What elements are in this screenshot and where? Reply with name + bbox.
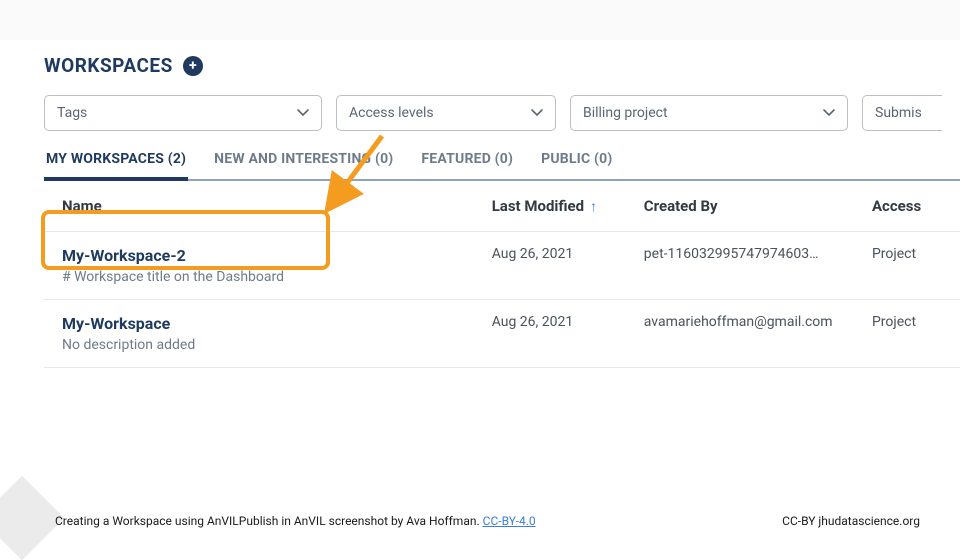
main-content: WORKSPACES + Tags Access levels Billing … [0, 40, 960, 368]
cell-created: avamariehoffman@gmail.com [644, 314, 872, 330]
tab-my-workspaces[interactable]: MY WORKSPACES (2) [44, 151, 188, 181]
filter-submission-label: Submis [875, 105, 922, 121]
cell-access: Project [872, 246, 948, 262]
filter-billing-project[interactable]: Billing project [570, 95, 848, 131]
header-row: WORKSPACES + [44, 40, 960, 95]
plus-icon: + [189, 58, 197, 74]
cell-created: pet-116032995747974603… [644, 246, 872, 262]
workspace-desc: No description added [62, 337, 195, 353]
workspace-desc: # Workspace title on the Dashboard [62, 269, 284, 285]
workspace-link[interactable]: My-Workspace [62, 314, 492, 333]
cell-access: Project [872, 314, 948, 330]
chevron-down-icon [297, 106, 309, 120]
chevron-down-icon [823, 106, 835, 120]
workspace-link[interactable]: My-Workspace-2 [62, 246, 492, 265]
tab-new-interesting[interactable]: NEW AND INTERESTING (0) [212, 151, 395, 179]
table-header: Name Last Modified ↑ Created By Access [44, 181, 960, 232]
sort-ascending-icon: ↑ [590, 198, 597, 215]
column-header-name[interactable]: Name [62, 197, 492, 215]
filter-billing-label: Billing project [583, 105, 668, 121]
tabs-row: MY WORKSPACES (2) NEW AND INTERESTING (0… [44, 151, 960, 181]
tab-featured[interactable]: FEATURED (0) [419, 151, 515, 179]
chevron-down-icon [531, 106, 543, 120]
filter-access-label: Access levels [349, 105, 434, 121]
tab-public[interactable]: PUBLIC (0) [539, 151, 614, 179]
footer-caption: Creating a Workspace using AnVILPublish … [55, 514, 536, 528]
footer-caption-text: Creating a Workspace using AnVILPublish … [55, 514, 480, 528]
column-header-access[interactable]: Access [872, 197, 948, 215]
table-row[interactable]: My-Workspace No description added Aug 26… [44, 300, 960, 368]
cell-modified: Aug 26, 2021 [492, 246, 644, 262]
table-row[interactable]: My-Workspace-2 # Workspace title on the … [44, 232, 960, 300]
workspace-table: Name Last Modified ↑ Created By Access M… [44, 181, 960, 368]
topbar [0, 0, 960, 40]
footer: Creating a Workspace using AnVILPublish … [0, 514, 960, 528]
filter-access-levels[interactable]: Access levels [336, 95, 556, 131]
cell-name: My-Workspace No description added [62, 314, 492, 353]
page-title: WORKSPACES [44, 54, 173, 77]
footer-right: CC-BY jhudatascience.org [782, 514, 920, 528]
filter-submission[interactable]: Submis [862, 95, 942, 131]
column-header-created[interactable]: Created By [644, 197, 872, 215]
column-header-modified[interactable]: Last Modified ↑ [492, 197, 644, 215]
filter-tags[interactable]: Tags [44, 95, 322, 131]
filters-row: Tags Access levels Billing project Submi… [44, 95, 960, 131]
add-workspace-button[interactable]: + [183, 56, 203, 76]
cell-modified: Aug 26, 2021 [492, 314, 644, 330]
license-link[interactable]: CC-BY-4.0 [483, 514, 536, 528]
filter-tags-label: Tags [57, 105, 87, 121]
column-header-modified-label: Last Modified [492, 197, 584, 215]
cell-name: My-Workspace-2 # Workspace title on the … [62, 246, 492, 285]
